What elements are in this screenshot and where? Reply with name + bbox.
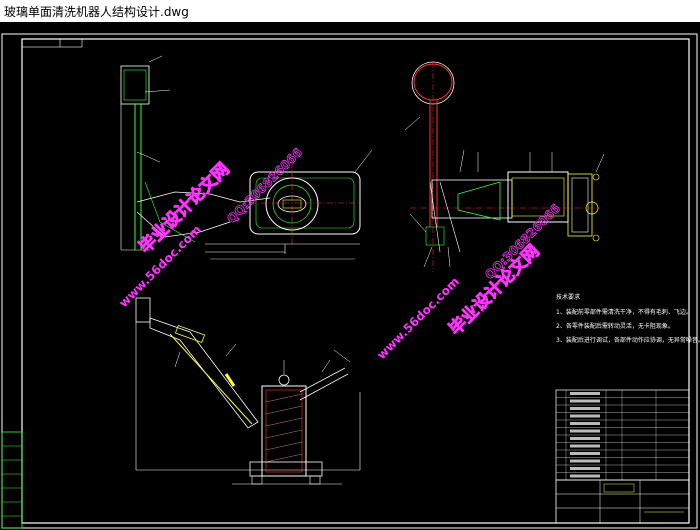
parts-list-row-text bbox=[570, 459, 600, 463]
parts-list-row-text bbox=[570, 474, 600, 478]
parts-list-row-text bbox=[570, 422, 600, 425]
parts-list-row-text bbox=[570, 467, 600, 470]
title-block bbox=[555, 479, 690, 524]
revision-box bbox=[21, 38, 83, 48]
window-title: 玻璃单面清洗机器人结构设计.dwg bbox=[4, 5, 189, 19]
parts-list-row-text bbox=[570, 414, 600, 418]
drawing-border bbox=[21, 38, 690, 524]
parts-list-row-text bbox=[570, 429, 600, 433]
parts-list-row-text bbox=[570, 399, 600, 403]
parts-list-row-text bbox=[570, 452, 600, 455]
bottom-view bbox=[135, 297, 361, 485]
notes-line-1: 1、装配前零部件需清洗干净，不得有毛刺、飞边。 bbox=[556, 308, 692, 316]
parts-list-row-text bbox=[570, 444, 600, 448]
notes-line-2: 2、各零件装配后需转动灵活，无卡阻现象。 bbox=[556, 322, 674, 330]
cad-drawing-canvas[interactable]: 技术要求 1、装配前零部件需清洗干净，不得有毛刺、飞边。 2、各零件装配后需转动… bbox=[0, 22, 700, 530]
parts-list bbox=[555, 389, 690, 481]
notes-line-3: 3、装配后进行调试，各部件动作应协调，无异常噪音。 bbox=[556, 336, 700, 344]
notes-heading: 技术要求 bbox=[556, 293, 580, 301]
cad-drawing: 技术要求 1、装配前零部件需清洗干净，不得有毛刺、飞边。 2、各零件装配后需转动… bbox=[1, 33, 700, 529]
watermark-qq: QQ:306826066 bbox=[224, 145, 305, 226]
side-view bbox=[404, 61, 605, 272]
technical-notes: 技术要求 1、装配前零部件需清洗干净，不得有毛刺、飞边。 2、各零件装配后需转动… bbox=[556, 293, 700, 344]
parts-list-row-text bbox=[570, 437, 600, 440]
watermark-url: www.56doc.com bbox=[374, 274, 462, 362]
binding-strip bbox=[1, 431, 23, 529]
watermark-site-name: 毕业设计论文网 bbox=[445, 241, 544, 340]
window-titlebar: 玻璃单面清洗机器人结构设计.dwg bbox=[0, 0, 700, 23]
parts-list-row-text bbox=[570, 392, 600, 395]
parts-list-row-text bbox=[570, 407, 600, 410]
